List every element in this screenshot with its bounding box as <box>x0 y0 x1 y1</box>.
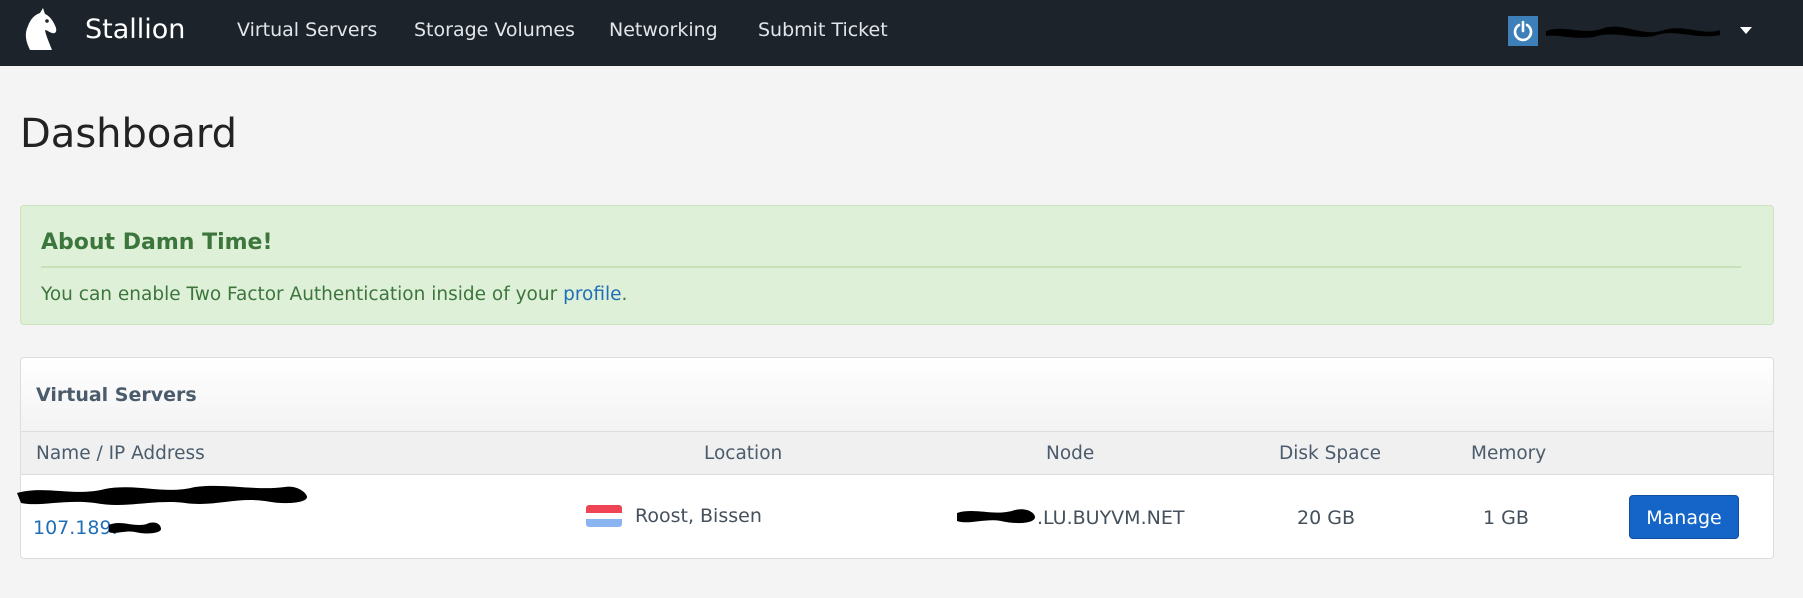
redacted-username <box>1546 26 1720 38</box>
luxembourg-flag-icon <box>586 505 622 527</box>
nav-virtual-servers[interactable]: Virtual Servers <box>237 18 377 42</box>
alert-text-after: . <box>621 284 628 305</box>
page-title: Dashboard <box>20 111 238 157</box>
panel-title: Virtual Servers <box>36 384 197 406</box>
table-header: Name / IP Address Location Node Disk Spa… <box>21 432 1773 475</box>
server-ip[interactable]: 107.189. <box>33 516 118 540</box>
nav-submit-ticket[interactable]: Submit Ticket <box>758 18 888 42</box>
alert-heading: About Damn Time! <box>41 230 273 255</box>
profile-link[interactable]: profile <box>563 284 621 305</box>
server-memory: 1 GB <box>1483 507 1529 529</box>
server-node: .LU.BUYVM.NET <box>1037 507 1185 529</box>
power-icon <box>1508 16 1538 46</box>
virtual-servers-panel: Virtual Servers Name / IP Address Locati… <box>17 357 1774 559</box>
column-node: Node <box>1046 443 1095 464</box>
brand-name[interactable]: Stallion <box>85 14 185 46</box>
nav-storage-volumes[interactable]: Storage Volumes <box>414 18 575 42</box>
horse-head-icon[interactable] <box>16 6 62 52</box>
column-location: Location <box>704 443 783 464</box>
panel-heading: Virtual Servers <box>21 358 1773 432</box>
user-menu[interactable] <box>1508 14 1758 48</box>
manage-button[interactable]: Manage <box>1629 495 1739 539</box>
column-memory: Memory <box>1471 443 1547 464</box>
redacted-server-name <box>17 485 307 505</box>
chevron-down-icon <box>1740 27 1752 34</box>
column-disk-space: Disk Space <box>1279 443 1381 464</box>
alert-divider <box>41 266 1741 268</box>
two-factor-alert: About Damn Time! You can enable Two Fact… <box>20 205 1774 325</box>
redacted-node-prefix <box>957 509 1035 524</box>
top-navbar: Stallion Virtual Servers Storage Volumes… <box>0 0 1803 66</box>
column-name-ip: Name / IP Address <box>36 443 205 464</box>
alert-text-before: You can enable Two Factor Authentication… <box>41 284 564 305</box>
nav-networking[interactable]: Networking <box>609 18 718 42</box>
server-location: Roost, Bissen <box>635 505 762 527</box>
alert-message: You can enable Two Factor Authentication… <box>41 282 627 308</box>
redacted-ip <box>109 522 161 534</box>
server-disk: 20 GB <box>1297 507 1355 529</box>
table-row: 107.189. Roost, Bissen .LU.BUYVM.NET 20 … <box>17 475 1773 559</box>
